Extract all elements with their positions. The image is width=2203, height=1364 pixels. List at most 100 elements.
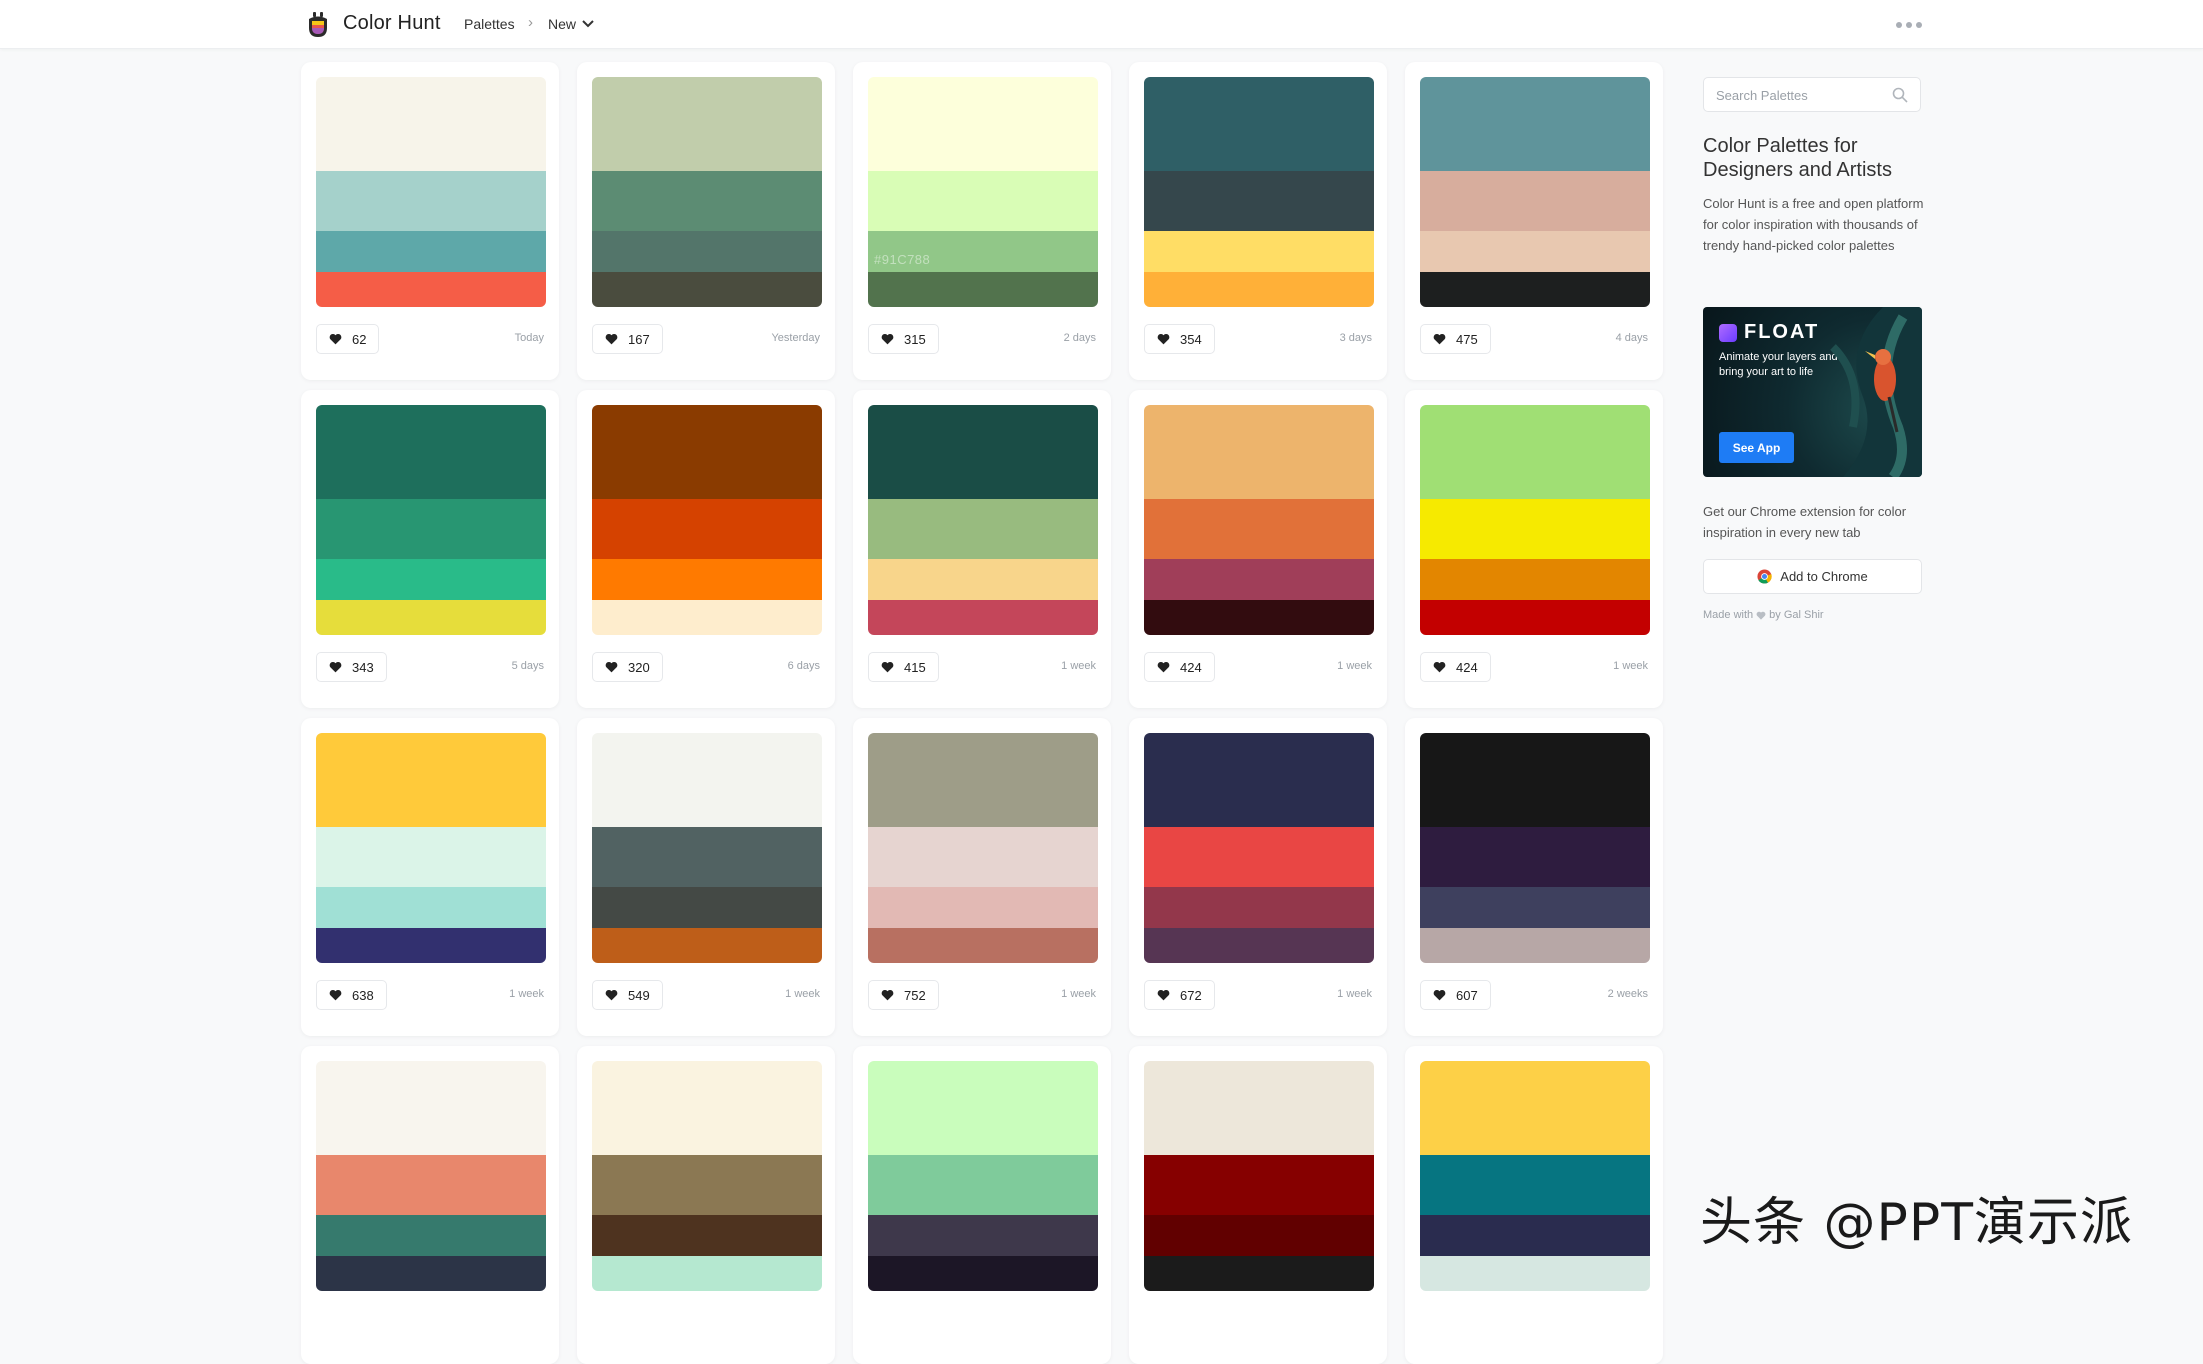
palette-card[interactable]: 607 2 weeks bbox=[1405, 718, 1663, 1036]
color-swatch[interactable] bbox=[868, 887, 1098, 928]
color-swatch[interactable] bbox=[1144, 1215, 1374, 1256]
palette-card[interactable] bbox=[853, 1046, 1111, 1364]
palette-card[interactable]: 424 1 week bbox=[1129, 390, 1387, 708]
like-button[interactable]: 607 bbox=[1420, 980, 1491, 1010]
color-swatch[interactable] bbox=[1144, 77, 1374, 171]
color-swatch[interactable] bbox=[868, 733, 1098, 827]
color-swatch[interactable] bbox=[868, 827, 1098, 887]
search-icon[interactable] bbox=[1892, 87, 1908, 103]
palette-card[interactable]: 62 Today bbox=[301, 62, 559, 380]
color-swatch[interactable] bbox=[868, 559, 1098, 600]
color-swatch[interactable] bbox=[1144, 733, 1374, 827]
color-swatch[interactable] bbox=[868, 171, 1098, 231]
palette-card[interactable] bbox=[1129, 1046, 1387, 1364]
palette-card[interactable] bbox=[301, 1046, 559, 1364]
palette-card[interactable]: 549 1 week bbox=[577, 718, 835, 1036]
breadcrumb-palettes-link[interactable]: Palettes bbox=[464, 16, 515, 32]
color-swatch[interactable] bbox=[316, 1215, 546, 1256]
color-swatch[interactable] bbox=[316, 600, 546, 635]
like-button[interactable]: 62 bbox=[316, 324, 380, 354]
color-swatch[interactable] bbox=[1420, 272, 1650, 307]
palette-swatches[interactable] bbox=[1420, 733, 1650, 963]
more-options-ellipsis-icon[interactable] bbox=[1896, 22, 1922, 28]
palette-card[interactable]: 424 1 week bbox=[1405, 390, 1663, 708]
color-swatch[interactable] bbox=[1144, 499, 1374, 559]
brand-name[interactable]: Color Hunt bbox=[343, 12, 441, 35]
palette-card[interactable]: 638 1 week bbox=[301, 718, 559, 1036]
color-hunt-logo-icon[interactable] bbox=[304, 10, 332, 40]
palette-card[interactable] bbox=[577, 1046, 835, 1364]
palette-swatches[interactable] bbox=[592, 77, 822, 307]
made-by-author[interactable]: by Gal Shir bbox=[1769, 609, 1823, 621]
palette-swatches[interactable] bbox=[1144, 405, 1374, 635]
color-swatch[interactable] bbox=[592, 1256, 822, 1291]
search-input[interactable] bbox=[1716, 85, 1886, 105]
color-swatch[interactable] bbox=[1420, 1061, 1650, 1155]
palette-swatches[interactable] bbox=[868, 1061, 1098, 1291]
color-swatch[interactable] bbox=[1420, 77, 1650, 171]
like-button[interactable]: 638 bbox=[316, 980, 387, 1010]
color-swatch[interactable] bbox=[1144, 405, 1374, 499]
palette-card[interactable]: 354 3 days bbox=[1129, 62, 1387, 380]
color-swatch[interactable] bbox=[1420, 405, 1650, 499]
color-swatch[interactable] bbox=[868, 1215, 1098, 1256]
palette-swatches[interactable] bbox=[1144, 733, 1374, 963]
color-swatch[interactable] bbox=[592, 559, 822, 600]
like-button[interactable]: 424 bbox=[1144, 652, 1215, 682]
like-button[interactable]: 167 bbox=[592, 324, 663, 354]
color-swatch[interactable] bbox=[868, 600, 1098, 635]
color-swatch[interactable]: #91C788 bbox=[868, 231, 1098, 272]
color-swatch[interactable] bbox=[868, 77, 1098, 171]
color-swatch[interactable] bbox=[316, 928, 546, 963]
color-swatch[interactable] bbox=[592, 827, 822, 887]
add-to-chrome-button[interactable]: Add to Chrome bbox=[1703, 559, 1922, 594]
color-swatch[interactable] bbox=[1420, 231, 1650, 272]
like-button[interactable]: 320 bbox=[592, 652, 663, 682]
color-swatch[interactable] bbox=[316, 1155, 546, 1215]
color-swatch[interactable] bbox=[592, 600, 822, 635]
color-swatch[interactable] bbox=[316, 231, 546, 272]
sort-dropdown[interactable]: New bbox=[548, 16, 594, 32]
color-swatch[interactable] bbox=[868, 272, 1098, 307]
palette-card[interactable]: 672 1 week bbox=[1129, 718, 1387, 1036]
color-swatch[interactable] bbox=[868, 1061, 1098, 1155]
color-swatch[interactable] bbox=[868, 499, 1098, 559]
color-swatch[interactable] bbox=[1144, 171, 1374, 231]
palette-swatches[interactable] bbox=[868, 733, 1098, 963]
palette-card[interactable] bbox=[1405, 1046, 1663, 1364]
like-button[interactable]: 415 bbox=[868, 652, 939, 682]
like-button[interactable]: 354 bbox=[1144, 324, 1215, 354]
palette-card[interactable]: 475 4 days bbox=[1405, 62, 1663, 380]
color-swatch[interactable] bbox=[1144, 559, 1374, 600]
color-swatch[interactable] bbox=[592, 928, 822, 963]
color-swatch[interactable] bbox=[868, 928, 1098, 963]
float-app-ad[interactable]: FLOAT Animate your layers and bring your… bbox=[1703, 307, 1922, 477]
palette-card[interactable]: 752 1 week bbox=[853, 718, 1111, 1036]
color-swatch[interactable] bbox=[316, 559, 546, 600]
color-swatch[interactable] bbox=[592, 1215, 822, 1256]
color-swatch[interactable] bbox=[592, 171, 822, 231]
color-swatch[interactable] bbox=[1144, 231, 1374, 272]
color-swatch[interactable] bbox=[316, 733, 546, 827]
color-swatch[interactable] bbox=[1420, 733, 1650, 827]
palette-swatches[interactable] bbox=[868, 405, 1098, 635]
color-swatch[interactable] bbox=[1144, 928, 1374, 963]
color-swatch[interactable] bbox=[316, 1061, 546, 1155]
palette-swatches[interactable] bbox=[592, 405, 822, 635]
color-swatch[interactable] bbox=[1144, 600, 1374, 635]
search-box[interactable] bbox=[1703, 77, 1921, 112]
like-button[interactable]: 315 bbox=[868, 324, 939, 354]
color-swatch[interactable] bbox=[592, 1155, 822, 1215]
see-app-button[interactable]: See App bbox=[1719, 432, 1794, 463]
palette-swatches[interactable] bbox=[316, 77, 546, 307]
like-button[interactable]: 752 bbox=[868, 980, 939, 1010]
color-swatch[interactable] bbox=[1420, 827, 1650, 887]
like-button[interactable]: 475 bbox=[1420, 324, 1491, 354]
swatch-hex-label[interactable]: #91C788 bbox=[874, 252, 930, 267]
color-swatch[interactable] bbox=[592, 733, 822, 827]
color-swatch[interactable] bbox=[868, 1155, 1098, 1215]
palette-card[interactable]: 343 5 days bbox=[301, 390, 559, 708]
color-swatch[interactable] bbox=[1144, 1155, 1374, 1215]
palette-swatches[interactable] bbox=[316, 1061, 546, 1291]
color-swatch[interactable] bbox=[1420, 928, 1650, 963]
